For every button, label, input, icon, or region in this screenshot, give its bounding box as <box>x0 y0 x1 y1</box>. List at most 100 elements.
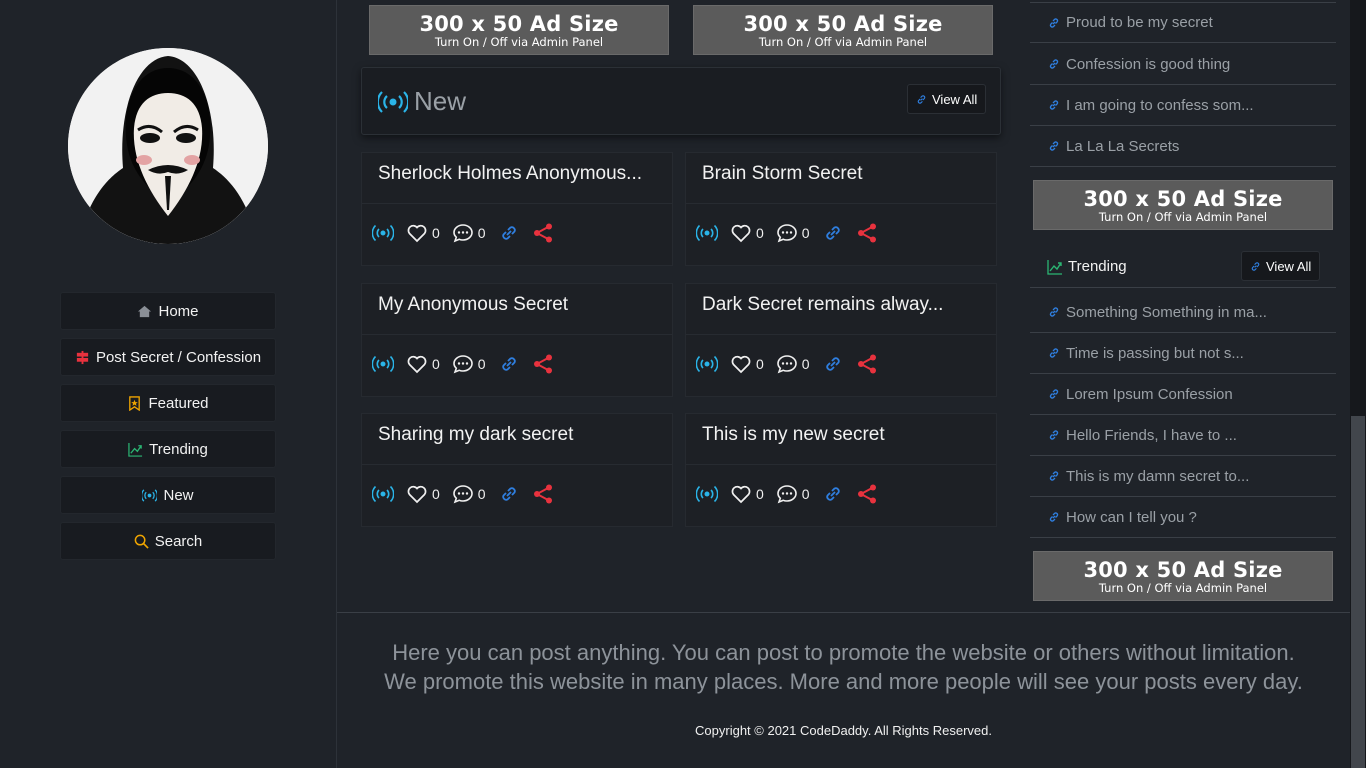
copy-link-button[interactable] <box>822 483 844 505</box>
ad-banner[interactable]: 300 x 50 Ad Size Turn On / Off via Admin… <box>693 5 993 55</box>
right-link-item[interactable]: Confession is good thing <box>1030 44 1336 85</box>
right-link-label: I am going to confess som... <box>1066 96 1254 114</box>
nav-home-button[interactable]: Home <box>60 292 276 330</box>
heart-icon[interactable] <box>406 483 428 505</box>
trending-link-item[interactable]: Time is passing but not s... <box>1030 333 1336 374</box>
trending-link-item[interactable]: How can I tell you ? <box>1030 497 1336 538</box>
link-icon <box>1251 261 1260 271</box>
share-button[interactable] <box>856 353 878 375</box>
nav-new-button[interactable]: New <box>60 476 276 514</box>
link-icon <box>1049 59 1059 69</box>
share-icon[interactable] <box>532 353 554 375</box>
copy-link-button[interactable] <box>822 222 844 244</box>
trending-view-all-button[interactable]: View All <box>1241 251 1321 281</box>
share-icon[interactable] <box>856 483 878 505</box>
share-icon[interactable] <box>856 222 878 244</box>
trending-link-item[interactable]: Hello Friends, I have to ... <box>1030 415 1336 456</box>
post-title[interactable]: Brain Storm Secret <box>702 163 863 185</box>
trending-link-item[interactable]: Something Something in ma... <box>1030 292 1336 333</box>
post-card[interactable]: My Anonymous Secret 0 0 <box>361 283 673 397</box>
post-title[interactable]: Dark Secret remains alway... <box>702 294 943 316</box>
comment-count: 0 <box>801 225 810 241</box>
post-title[interactable]: Sherlock Holmes Anonymous... <box>378 163 642 185</box>
trending-link-label: Time is passing but not s... <box>1066 344 1244 362</box>
ad-banner[interactable]: 300 x 50 Ad Size Turn On / Off via Admin… <box>1033 551 1333 601</box>
comment-icon[interactable] <box>776 483 798 505</box>
view-all-button[interactable]: View All <box>907 84 987 114</box>
link-icon[interactable] <box>498 483 520 505</box>
like-button[interactable]: 0 <box>730 483 764 505</box>
like-button[interactable]: 0 <box>730 353 764 375</box>
post-title[interactable]: Sharing my dark secret <box>378 424 573 446</box>
trending-link-label: Something Something in ma... <box>1066 303 1267 321</box>
link-icon <box>1049 100 1059 110</box>
trending-section-header: Trending View All <box>1030 246 1336 288</box>
scrollbar-thumb[interactable] <box>1351 416 1365 768</box>
comment-icon[interactable] <box>776 353 798 375</box>
copy-link-button[interactable] <box>498 353 520 375</box>
heart-icon[interactable] <box>730 483 752 505</box>
like-button[interactable]: 0 <box>730 222 764 244</box>
page-scrollbar[interactable] <box>1350 0 1366 768</box>
post-title[interactable]: This is my new secret <box>702 424 885 446</box>
share-button[interactable] <box>532 483 554 505</box>
trending-title: Trending <box>1046 258 1127 275</box>
comment-icon[interactable] <box>452 222 474 244</box>
share-icon[interactable] <box>856 353 878 375</box>
ad-banner[interactable]: 300 x 50 Ad Size Turn On / Off via Admin… <box>1033 180 1333 230</box>
copyright-text: Copyright © 2021 CodeDaddy. All Rights R… <box>695 723 992 738</box>
link-icon[interactable] <box>498 353 520 375</box>
post-actions: 00 <box>372 482 566 506</box>
nav-post-secret-button[interactable]: Post Secret / Confession <box>60 338 276 376</box>
share-button[interactable] <box>856 483 878 505</box>
post-card[interactable]: Sherlock Holmes Anonymous... 0 0 <box>361 152 673 266</box>
nav-search-button[interactable]: Search <box>60 522 276 560</box>
copy-link-button[interactable] <box>822 353 844 375</box>
trending-link-item[interactable]: This is my damn secret to... <box>1030 456 1336 497</box>
share-button[interactable] <box>532 222 554 244</box>
share-icon[interactable] <box>532 222 554 244</box>
comment-button[interactable]: 0 <box>452 222 486 244</box>
heart-icon[interactable] <box>730 353 752 375</box>
like-button[interactable]: 0 <box>406 222 440 244</box>
comment-button[interactable]: 0 <box>452 353 486 375</box>
comment-icon[interactable] <box>776 222 798 244</box>
post-card[interactable]: Sharing my dark secret 0 0 <box>361 413 673 527</box>
post-card[interactable]: This is my new secret 0 0 <box>685 413 997 527</box>
nav-featured-button[interactable]: Featured <box>60 384 276 422</box>
trending-link-item[interactable]: Lorem Ipsum Confession <box>1030 374 1336 415</box>
right-link-item[interactable]: Proud to be my secret <box>1030 2 1336 43</box>
link-icon[interactable] <box>822 483 844 505</box>
link-icon <box>1049 512 1059 522</box>
like-button[interactable]: 0 <box>406 353 440 375</box>
heart-icon[interactable] <box>730 222 752 244</box>
comment-button[interactable]: 0 <box>776 222 810 244</box>
share-button[interactable] <box>532 353 554 375</box>
link-icon[interactable] <box>822 222 844 244</box>
view-all-label: View All <box>932 91 978 107</box>
post-card[interactable]: Brain Storm Secret 0 0 <box>685 152 997 266</box>
like-count: 0 <box>756 225 764 241</box>
link-icon[interactable] <box>822 353 844 375</box>
heart-icon[interactable] <box>406 353 428 375</box>
nav-trending-button[interactable]: Trending <box>60 430 276 468</box>
right-link-item[interactable]: La La La Secrets <box>1030 126 1336 167</box>
comment-button[interactable]: 0 <box>776 483 810 505</box>
like-button[interactable]: 0 <box>406 483 440 505</box>
copy-link-button[interactable] <box>498 483 520 505</box>
ad-banner[interactable]: 300 x 50 Ad Size Turn On / Off via Admin… <box>369 5 669 55</box>
comment-button[interactable]: 0 <box>776 353 810 375</box>
heart-icon[interactable] <box>406 222 428 244</box>
right-link-item[interactable]: I am going to confess som... <box>1030 85 1336 126</box>
card-divider <box>686 334 996 335</box>
post-card[interactable]: Dark Secret remains alway... 0 0 <box>685 283 997 397</box>
share-icon[interactable] <box>532 483 554 505</box>
share-button[interactable] <box>856 222 878 244</box>
comment-button[interactable]: 0 <box>452 483 486 505</box>
post-title[interactable]: My Anonymous Secret <box>378 294 568 316</box>
copy-link-button[interactable] <box>498 222 520 244</box>
comment-icon[interactable] <box>452 353 474 375</box>
link-icon[interactable] <box>498 222 520 244</box>
comment-icon[interactable] <box>452 483 474 505</box>
broadcast-icon <box>696 355 718 373</box>
